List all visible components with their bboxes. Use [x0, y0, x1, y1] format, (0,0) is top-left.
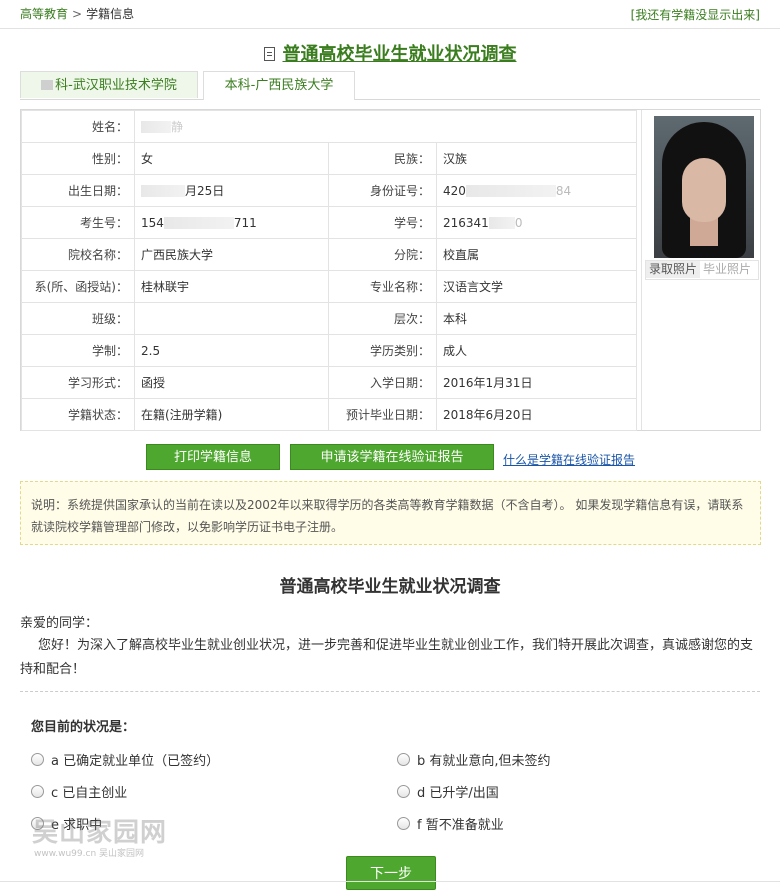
record-tabs: 科-武汉职业技术学院 本科-广西民族大学 — [20, 71, 760, 100]
id-value: 420 84 — [436, 174, 637, 207]
option-f[interactable]: f 暂不准备就业 — [397, 814, 504, 833]
masked-text — [141, 121, 171, 133]
divider — [20, 691, 760, 692]
status-value: 在籍(注册学籍) — [134, 398, 329, 431]
top-bar: 高等教育 > 学籍信息 [我还有学籍没显示出来] — [0, 0, 780, 29]
graduation-photo-tab[interactable]: 毕业照片 — [700, 261, 754, 278]
next-step-button[interactable]: 下一步 — [346, 856, 436, 890]
ethnicity-label: 民族： — [328, 142, 437, 175]
survey-greeting: 亲爱的同学： — [20, 616, 99, 631]
survey-intro: 您好！为深入了解高校毕业生就业创业状况，进一步完善和促进毕业生就业创业工作，我们… — [20, 638, 754, 677]
document-icon — [263, 47, 275, 61]
radio-icon[interactable] — [397, 817, 410, 830]
masked-text — [488, 216, 515, 229]
page-title-row: 普通高校毕业生就业状况调查 — [0, 40, 780, 66]
page-title[interactable]: 普通高校毕业生就业状况调查 — [283, 44, 517, 65]
option-b[interactable]: b 有就业意向,但未签约 — [397, 750, 551, 769]
birth-value: 月25日 — [134, 174, 329, 207]
breadcrumb: 高等教育 > 学籍信息 — [20, 5, 134, 22]
radio-icon[interactable] — [31, 785, 44, 798]
major-value: 汉语言文学 — [436, 270, 637, 303]
gender-label: 性别： — [21, 142, 135, 175]
photo-tabs: 录取照片 毕业照片 — [645, 260, 759, 280]
school-label: 院校名称： — [21, 238, 135, 271]
duration-value: 2.5 — [134, 334, 329, 367]
department-label: 系(所、函授站)： — [21, 270, 135, 303]
education-type-value: 成人 — [436, 334, 637, 367]
graduation-date-value: 2018年6月20日 — [436, 398, 637, 431]
masked-text — [163, 216, 234, 229]
gender-value: 女 — [134, 142, 329, 175]
student-info-table: 姓名： 静 性别： 女 民族： 汉族 出生日期： 月25日 身份证号： 420 8… — [21, 110, 637, 431]
masked-text — [41, 80, 54, 90]
tab-guangxi-university[interactable]: 本科-广西民族大学 — [203, 71, 355, 100]
student-number-value: 216341 0 — [436, 206, 637, 239]
print-record-button[interactable]: 打印学籍信息 — [146, 444, 280, 470]
birth-label: 出生日期： — [21, 174, 135, 207]
name-value: 静 — [134, 110, 637, 143]
breadcrumb-home-link[interactable]: 高等教育 — [20, 7, 68, 21]
missing-record-link[interactable]: [我还有学籍没显示出来] — [631, 6, 760, 23]
option-c[interactable]: c 已自主创业 — [31, 782, 127, 801]
admission-photo-tab[interactable]: 录取照片 — [646, 261, 700, 278]
id-label: 身份证号： — [328, 174, 437, 207]
breadcrumb-current: 学籍信息 — [86, 7, 135, 21]
duration-label: 学制： — [21, 334, 135, 367]
level-label: 层次： — [328, 302, 437, 335]
school-value: 广西民族大学 — [134, 238, 329, 271]
apply-verification-button[interactable]: 申请该学籍在线验证报告 — [290, 444, 494, 470]
masked-text — [141, 185, 185, 197]
level-value: 本科 — [436, 302, 637, 335]
watermark-logo: 吴山家园网 www.wu99.cn 吴山家园网 — [32, 818, 168, 859]
student-photo — [654, 116, 754, 258]
survey-title: 普通高校毕业生就业状况调查 — [279, 577, 501, 597]
bottom-divider — [0, 881, 780, 882]
tab-label: 本科-广西民族大学 — [224, 78, 334, 93]
exam-number-label: 考生号： — [21, 206, 135, 239]
option-a[interactable]: a 已确定就业单位（已签约） — [31, 750, 219, 769]
student-number-label: 学号： — [328, 206, 437, 239]
ethnicity-value: 汉族 — [436, 142, 637, 175]
student-info-panel: 姓名： 静 性别： 女 民族： 汉族 出生日期： 月25日 身份证号： 420 8… — [20, 109, 761, 431]
radio-icon[interactable] — [397, 753, 410, 766]
study-form-value: 函授 — [134, 366, 329, 399]
radio-icon[interactable] — [31, 753, 44, 766]
tab-wuhan-college[interactable]: 科-武汉职业技术学院 — [20, 71, 198, 98]
enroll-date-label: 入学日期： — [328, 366, 437, 399]
notice-box: 说明：系统提供国家承认的当前在读以及2002年以来取得学历的各类高等教育学籍数据… — [20, 481, 761, 545]
breadcrumb-separator: > — [72, 7, 83, 21]
enroll-date-value: 2016年1月31日 — [436, 366, 637, 399]
study-form-label: 学习形式： — [21, 366, 135, 399]
masked-text — [465, 184, 556, 197]
department-value: 桂林联宇 — [134, 270, 329, 303]
class-value — [134, 302, 329, 335]
graduation-date-label: 预计毕业日期： — [328, 398, 437, 431]
exam-number-value: 154 711 — [134, 206, 329, 239]
option-d[interactable]: d 已升学/出国 — [397, 782, 499, 801]
tab-label: 科-武汉职业技术学院 — [55, 78, 177, 93]
what-is-verification-link[interactable]: 什么是学籍在线验证报告 — [503, 451, 635, 468]
branch-value: 校直属 — [436, 238, 637, 271]
education-type-label: 学历类别： — [328, 334, 437, 367]
branch-label: 分院： — [328, 238, 437, 271]
photo-area: 录取照片 毕业照片 — [641, 110, 762, 430]
radio-icon[interactable] — [397, 785, 410, 798]
survey-question: 您目前的状况是： — [31, 720, 136, 735]
class-label: 班级： — [21, 302, 135, 335]
status-label: 学籍状态： — [21, 398, 135, 431]
major-label: 专业名称： — [328, 270, 437, 303]
name-label: 姓名： — [21, 110, 135, 143]
